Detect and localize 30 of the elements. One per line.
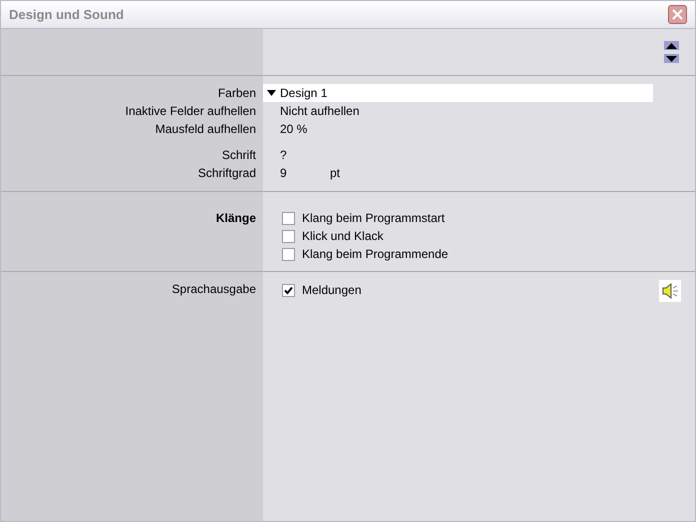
checkbox-label: Klang beim Programmende: [302, 246, 448, 263]
scroll-up-button[interactable]: [664, 41, 679, 50]
section-label: Sprachausgabe: [172, 281, 256, 298]
color-dropdown[interactable]: Design 1: [263, 84, 653, 102]
setting-label: Schrift: [222, 147, 256, 164]
checkbox[interactable]: [282, 284, 295, 296]
setting-label: Mausfeld aufhellen: [155, 121, 256, 138]
scroll-down-button[interactable]: [664, 54, 679, 63]
speaker-icon: [661, 282, 679, 300]
checkbox-label: Klick und Klack: [302, 228, 384, 245]
dropdown-arrow-icon: [267, 90, 276, 96]
checkbox[interactable]: [282, 230, 295, 242]
unit-label: pt: [330, 165, 340, 182]
checkbox-label: Klang beim Programmstart: [302, 210, 445, 227]
close-button[interactable]: [668, 5, 687, 24]
speaker-button[interactable]: [659, 280, 681, 302]
setting-label: Farben: [218, 85, 256, 102]
setting-value: 9: [280, 165, 288, 182]
checkbox-label: Meldungen: [302, 282, 362, 299]
close-icon: [672, 9, 683, 20]
checkbox[interactable]: [282, 212, 295, 224]
setting-value: 20 %: [280, 121, 308, 138]
section-label: Klänge: [216, 210, 256, 227]
checkmark-icon: [284, 286, 293, 294]
setting-value: ?: [280, 147, 287, 164]
setting-label: Inaktive Felder aufhellen: [125, 103, 256, 120]
window-title: Design und Sound: [9, 6, 124, 24]
setting-label: Schriftgrad: [198, 165, 256, 182]
checkbox[interactable]: [282, 248, 295, 260]
setting-value: Nicht aufhellen: [280, 103, 360, 120]
